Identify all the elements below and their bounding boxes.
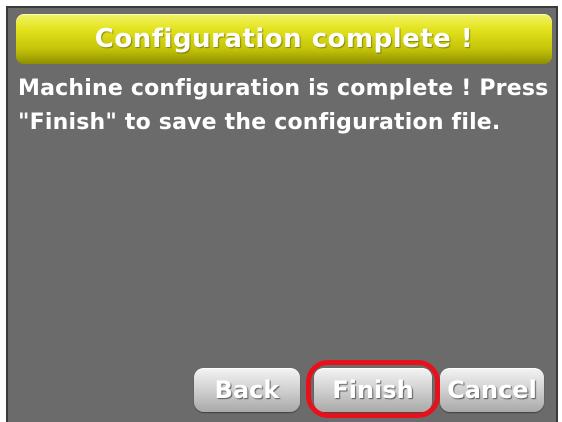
finish-button[interactable]: Finish xyxy=(314,368,432,412)
dialog-message: Machine configuration is complete ! Pres… xyxy=(18,76,549,135)
dialog-title: Configuration complete ! xyxy=(94,24,474,54)
cancel-button[interactable]: Cancel xyxy=(440,368,544,412)
config-dialog: Configuration complete ! Machine configu… xyxy=(6,6,558,422)
dialog-title-bar: Configuration complete ! xyxy=(16,14,552,64)
back-button[interactable]: Back xyxy=(194,368,300,412)
